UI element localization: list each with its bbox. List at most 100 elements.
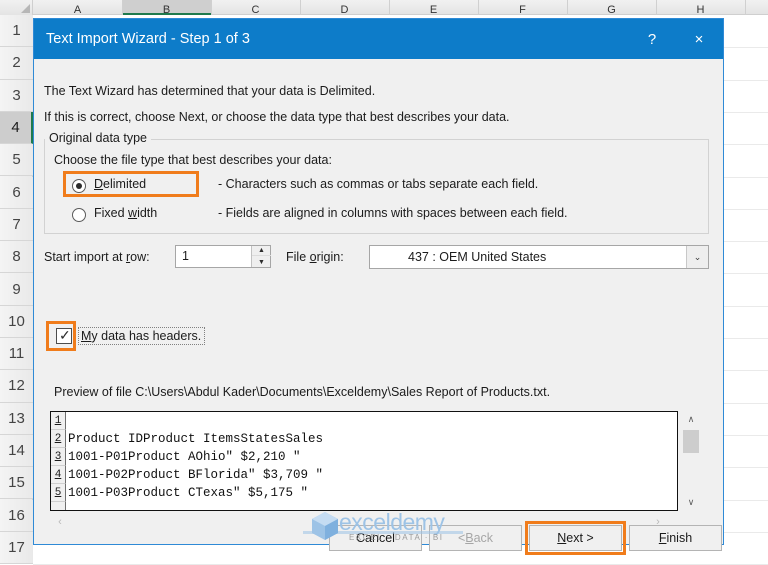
column-header-D[interactable]: D (335, 4, 355, 16)
preview-line: 1 (51, 412, 677, 430)
cancel-button[interactable]: Cancel (329, 525, 422, 551)
row-header-label: 9 (12, 281, 20, 298)
file-origin-dropdown[interactable]: 437 : OEM United States ⌄ (369, 245, 709, 269)
row-header-13[interactable]: 13 (0, 403, 33, 435)
preview-line-number: 4 (51, 466, 66, 484)
start-import-label-pre: Start import at (44, 250, 126, 264)
radio-fixed-width-description: - Fields are aligned in columns with spa… (218, 206, 568, 220)
row-header-label: 7 (12, 216, 20, 233)
highlight-box-delimited (63, 171, 199, 197)
preview-text-box[interactable]: 12Product IDProduct ItemsStatesSales3100… (50, 411, 678, 511)
row-header-2[interactable]: 2 (0, 47, 33, 79)
finish-button-label-post: inish (666, 531, 692, 545)
preview-line (51, 502, 677, 511)
column-separator (656, 0, 657, 15)
column-header-strip[interactable]: A B C D E F G H (0, 0, 768, 15)
stepper-buttons: ▲ ▼ (251, 246, 270, 267)
preview-line-text: Product IDProduct ItemsStatesSales (66, 432, 323, 446)
stepper-up-icon[interactable]: ▲ (252, 246, 271, 256)
row-header-5[interactable]: 5 (0, 144, 33, 176)
column-separator (389, 0, 390, 15)
cancel-button-label: Cancel (356, 531, 395, 545)
highlight-box-headers-checkbox (46, 321, 76, 351)
column-separator (122, 0, 123, 15)
chevron-down-icon[interactable]: ⌄ (686, 246, 708, 268)
column-separator (300, 0, 301, 15)
scroll-down-icon[interactable]: ∨ (682, 494, 700, 511)
column-header-A[interactable]: A (68, 4, 88, 16)
finish-button[interactable]: Finish (629, 525, 722, 551)
original-data-type-legend: Original data type (45, 131, 151, 145)
scroll-up-icon[interactable]: ∧ (682, 411, 700, 428)
radio-fixed-width-icon[interactable] (72, 208, 86, 222)
preview-line-number: 1 (51, 412, 66, 430)
dialog-title: Text Import Wizard - Step 1 of 3 (46, 31, 250, 47)
preview-line-number: 5 (51, 484, 66, 502)
radio-fixed-width-accesskey: w (128, 206, 137, 220)
dialog-body: The Text Wizard has determined that your… (34, 59, 723, 544)
row-header-label: 14 (8, 442, 25, 459)
column-header-F[interactable]: F (513, 4, 533, 16)
file-origin-label: File origin: (286, 250, 344, 264)
row-header-7[interactable]: 7 (0, 209, 33, 241)
intro-line-1: The Text Wizard has determined that your… (44, 84, 375, 98)
row-header-label: 1 (12, 22, 20, 39)
preview-line-text: 1001-P01Product AOhio" $2,210 " (66, 450, 301, 464)
row-header-15[interactable]: 15 (0, 467, 33, 499)
row-header-9[interactable]: 9 (0, 273, 33, 305)
row-header-label: 17 (8, 539, 25, 556)
row-header-label: 13 (8, 410, 25, 427)
preview-line: 51001-P03Product CTexas" $5,175 " (51, 484, 677, 502)
radio-fixed-width-label: Fixed width (94, 206, 157, 220)
row-header-4[interactable]: 4 (0, 112, 33, 144)
preview-vertical-scrollbar[interactable]: ∧ ∨ (682, 411, 700, 511)
column-header-E[interactable]: E (424, 4, 444, 16)
dialog-titlebar[interactable]: Text Import Wizard - Step 1 of 3 ? × (34, 19, 723, 59)
start-import-row-value[interactable]: 1 (182, 249, 189, 263)
select-all-triangle-icon (21, 4, 30, 13)
row-header-3[interactable]: 3 (0, 80, 33, 112)
column-header-H[interactable]: H (691, 4, 711, 16)
help-icon[interactable]: ? (629, 19, 675, 59)
start-import-row-stepper[interactable]: 1 ▲ ▼ (175, 245, 271, 268)
column-header-C[interactable]: C (246, 4, 266, 16)
column-separator (567, 0, 568, 15)
row-header-12[interactable]: 12 (0, 370, 33, 402)
column-header-B[interactable]: B (157, 4, 177, 16)
radio-fixed-width-label-rest: idth (137, 206, 157, 220)
row-header-14[interactable]: 14 (0, 435, 33, 467)
row-header-17[interactable]: 17 (0, 532, 33, 564)
row-header-16[interactable]: 16 (0, 500, 33, 532)
file-origin-accesskey: o (310, 250, 317, 264)
back-button-label-post: ack (474, 531, 493, 545)
row-header-label: 2 (12, 54, 20, 71)
row-header-1[interactable]: 1 (0, 15, 33, 47)
scroll-left-icon[interactable]: ‹ (52, 514, 68, 530)
row-header-label: 3 (12, 87, 20, 104)
my-data-has-headers-label: My data has headers. (78, 327, 205, 345)
back-button[interactable]: < Back (429, 525, 522, 551)
column-header-G[interactable]: G (602, 4, 622, 16)
file-origin-label-post: rigin: (317, 250, 344, 264)
stepper-down-icon[interactable]: ▼ (252, 257, 271, 267)
choose-file-type-label: Choose the file type that best describes… (54, 153, 332, 167)
headers-accesskey: M (81, 329, 91, 343)
finish-button-accesskey: F (659, 531, 667, 545)
vertical-scroll-thumb[interactable] (683, 430, 699, 453)
highlight-box-next-button (525, 521, 626, 555)
start-import-at-row-label: Start import at row: (44, 250, 150, 264)
row-header-6[interactable]: 6 (0, 177, 33, 209)
intro-line-2: If this is correct, choose Next, or choo… (44, 110, 510, 124)
column-separator (745, 0, 746, 15)
preview-file-label: Preview of file C:\Users\Abdul Kader\Doc… (54, 385, 550, 399)
select-all-corner[interactable] (0, 0, 33, 15)
titlebar-buttons: ? × (629, 19, 723, 59)
row-header-11[interactable]: 11 (0, 338, 33, 370)
row-header-10[interactable]: 10 (0, 306, 33, 338)
row-header-8[interactable]: 8 (0, 241, 33, 273)
row-header-label: 10 (8, 313, 25, 330)
back-button-label-pre: < (458, 531, 465, 545)
row-header-label: 12 (8, 377, 25, 394)
close-icon[interactable]: × (675, 19, 723, 59)
row-header-label: 16 (8, 507, 25, 524)
